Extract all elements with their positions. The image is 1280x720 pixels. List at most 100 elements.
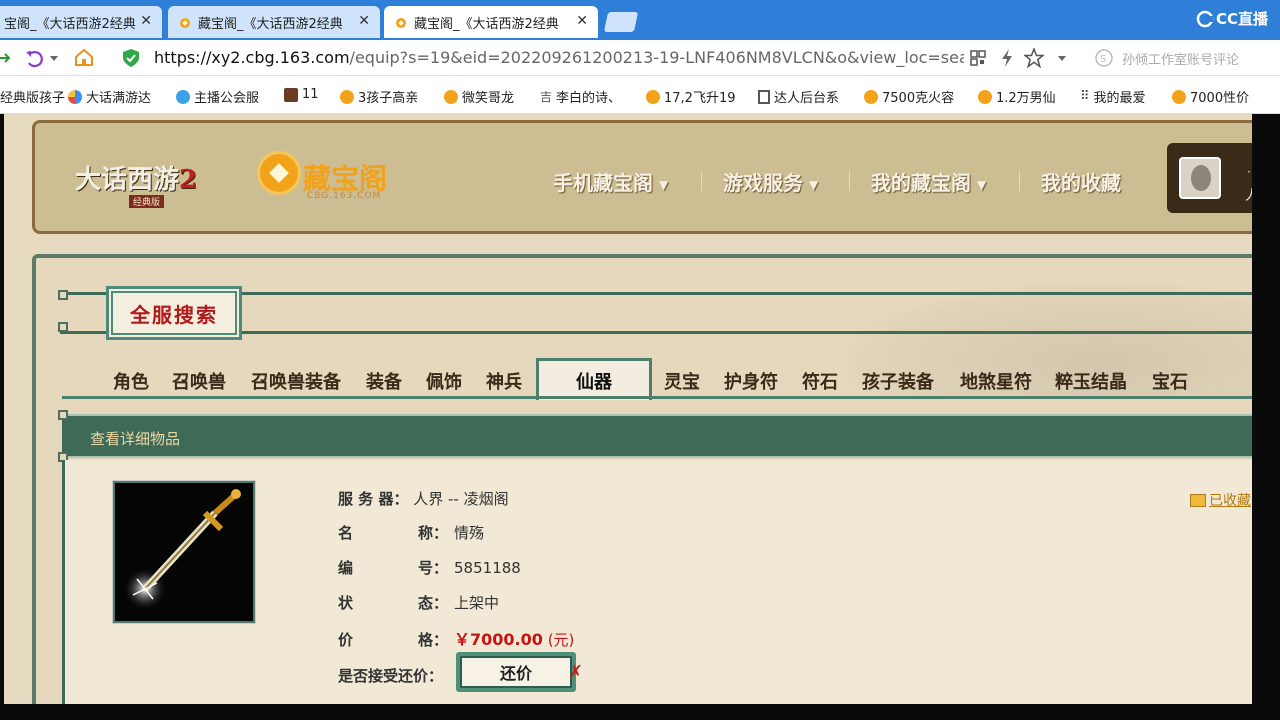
browser-logo-icon — [68, 89, 82, 104]
item-image — [112, 480, 256, 624]
page-icon — [758, 89, 770, 104]
cbg-favicon-icon — [978, 89, 992, 104]
site-header: 大话西游2 经典版 藏宝阁 CBG.163.COM 手机藏宝阁 ▼ 游戏服务 ▼ 我… — [32, 120, 1252, 234]
nav-separator — [849, 171, 850, 191]
close-icon[interactable]: ✗ — [568, 662, 583, 683]
tab-equipment[interactable]: 装备 — [366, 368, 402, 394]
cbg-favicon-icon — [394, 15, 408, 29]
cbg-logo-icon[interactable] — [257, 151, 301, 195]
panel-corner — [58, 290, 68, 300]
bookmark-item[interactable]: ⠿ 我的最爱 — [1080, 87, 1146, 106]
bookmark-item[interactable]: 7500克火容 — [864, 87, 954, 106]
search-hint[interactable]: 孙倾工作室账号评论 — [1122, 49, 1252, 68]
browser-tab-active[interactable]: 藏宝阁_《大话西游2经典 ✕ — [384, 6, 598, 38]
cbg-favicon-icon — [864, 89, 878, 104]
bookmark-item[interactable]: 经典版孩子 — [0, 87, 65, 106]
search-engine-icon[interactable]: S — [1094, 48, 1114, 68]
bookmark-item[interactable]: 大话满游达 — [68, 87, 151, 106]
detail-section-header: 查看详细物品 — [62, 414, 1252, 458]
shield-check-icon — [123, 49, 139, 67]
tab-pet[interactable]: 召唤兽 — [172, 368, 226, 394]
cbg-favicon-icon — [178, 15, 192, 29]
avatar[interactable] — [1179, 157, 1221, 199]
favorite-link[interactable]: 已收藏 — [1190, 490, 1251, 510]
price-value: ￥7000.00 — [454, 630, 543, 649]
sword-icon — [123, 489, 241, 611]
tab-role[interactable]: 角色 — [113, 368, 149, 394]
home-icon[interactable] — [74, 47, 94, 67]
panel-corner — [58, 322, 68, 332]
game-logo[interactable]: 大话西游2 — [75, 159, 197, 196]
bookmark-item[interactable]: 微笑哥龙 — [444, 87, 514, 106]
tab-title: 宝阁_《大话西游2经典 — [4, 16, 136, 32]
close-icon[interactable]: ✕ — [576, 13, 588, 29]
game-icon — [284, 87, 298, 102]
bookmark-item[interactable]: 1.2万男仙 — [978, 87, 1056, 106]
undo-icon[interactable] — [24, 48, 44, 68]
bilibili-icon — [176, 89, 190, 104]
nav-separator — [1019, 171, 1020, 191]
tab-accessory[interactable]: 佩饰 — [426, 368, 462, 394]
caret-down-icon: ▼ — [659, 177, 669, 192]
screen-border — [1252, 114, 1280, 720]
bookmark-item[interactable]: 3孩子高亲 — [340, 87, 418, 106]
cc-live-logo: CC直播 — [1196, 8, 1268, 29]
browser-tab[interactable]: 宝阁_《大话西游2经典 ✕ — [0, 6, 162, 38]
tab-star-talisman[interactable]: 地煞星符 — [960, 368, 1032, 394]
tab-child-equipment[interactable]: 孩子装备 — [862, 368, 934, 394]
forward-arrow-icon[interactable] — [0, 50, 10, 66]
nav-my-cbg[interactable]: 我的藏宝阁 ▼ — [871, 167, 986, 196]
counter-offer-button[interactable]: 还价 — [456, 652, 576, 692]
cc-logo-icon — [1196, 10, 1214, 27]
tab-jade-crystal[interactable]: 粹玉结晶 — [1055, 368, 1127, 394]
bookmark-item[interactable]: 11 — [284, 87, 319, 102]
bookmark-item[interactable]: 吉李白的诗、 — [540, 87, 621, 106]
close-icon[interactable]: ✕ — [140, 13, 152, 29]
tab-amulet[interactable]: 护身符 — [724, 368, 778, 394]
server-value: 人界 -- 凌烟阁 — [413, 490, 509, 508]
tab-title: 藏宝阁_《大话西游2经典 — [198, 16, 343, 32]
new-tab-button[interactable] — [603, 12, 639, 32]
tab-divine-weapon[interactable]: 神兵 — [486, 368, 522, 394]
nav-game-service[interactable]: 游戏服务 ▼ — [723, 167, 818, 196]
star-icon[interactable] — [1024, 48, 1044, 68]
tab-spirit-treasure[interactable]: 灵宝 — [664, 368, 700, 394]
address-bar: https://xy2.cbg.163.com/equip?s=19&eid=2… — [0, 40, 1280, 76]
tab-gem[interactable]: 宝石 — [1152, 368, 1188, 394]
panel-corner — [58, 410, 68, 420]
nav-mobile-cbg[interactable]: 手机藏宝阁 ▼ — [553, 167, 668, 196]
bookmark-item[interactable]: 达人后台系 — [758, 87, 839, 106]
game-logo-subtitle: 经典版 — [129, 195, 165, 208]
nav-my-favorites[interactable]: 我的收藏 — [1041, 167, 1121, 196]
folder-star-icon — [1190, 493, 1206, 507]
name-value: 情殇 — [454, 524, 485, 542]
nav-separator — [701, 171, 702, 191]
browser-tab[interactable]: 藏宝阁_《大话西游2经典 ✕ — [168, 6, 380, 38]
bookmark-item[interactable]: 主播公会服 — [176, 87, 259, 106]
bookmark-item[interactable]: 7000性价 — [1172, 87, 1249, 106]
bookmarks-bar: 经典版孩子 大话满游达 主播公会服 11 3孩子高亲 微笑哥龙 吉李白的诗、 1… — [0, 76, 1280, 114]
tab-immortal-artifact[interactable]: 仙器 — [536, 358, 652, 400]
tab-pet-equipment[interactable]: 召唤兽装备 — [251, 368, 341, 394]
svg-text:S: S — [1100, 54, 1106, 65]
qr-grid-icon[interactable] — [970, 50, 986, 66]
bookmark-item[interactable]: 17,2飞升19 — [646, 87, 736, 106]
chevron-down-icon[interactable] — [50, 56, 58, 62]
caret-down-icon: ▼ — [977, 177, 987, 192]
price-unit: (元) — [547, 631, 575, 649]
lightning-icon[interactable] — [1000, 49, 1014, 67]
status-value: 上架中 — [454, 594, 500, 612]
browser-tab-bar: 宝阁_《大话西游2经典 ✕ 藏宝阁_《大话西游2经典 ✕ 藏宝阁_《大话西游2经… — [0, 0, 1280, 40]
user-panel[interactable]: · 人 — [1167, 143, 1252, 213]
tab-rune-stone[interactable]: 符石 — [802, 368, 838, 394]
close-icon[interactable]: ✕ — [358, 13, 370, 29]
server-row: 服 务 器： 人界 -- 凌烟阁 — [338, 490, 509, 508]
url-field[interactable]: https://xy2.cbg.163.com/equip?s=19&eid=2… — [154, 48, 964, 67]
tab-underline — [62, 396, 1252, 399]
chevron-down-icon[interactable] — [1058, 56, 1066, 62]
cbg-logo-subtitle: CBG.163.COM — [307, 191, 382, 201]
cbg-favicon-icon — [444, 89, 458, 104]
name-row: 名称： 情殇 — [338, 524, 485, 542]
apps-grid-icon: ⠿ — [1080, 89, 1090, 104]
caret-down-icon: ▼ — [809, 177, 819, 192]
